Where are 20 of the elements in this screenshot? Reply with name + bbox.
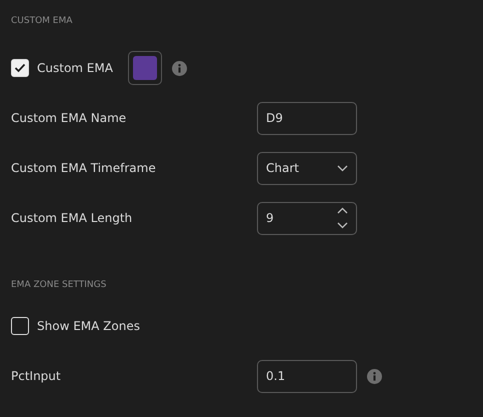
field-label: Custom EMA Timeframe: [11, 160, 157, 177]
dropdown[interactable]: Chart: [257, 152, 357, 184]
section-title: CUSTOM EMA: [11, 15, 74, 27]
chevron-down-icon: [337, 164, 348, 172]
checkbox[interactable]: [11, 59, 29, 77]
field-label: Custom EMA Length: [11, 210, 134, 227]
info-icon[interactable]: [367, 368, 382, 384]
section-title: EMA ZONE SETTINGS: [11, 279, 108, 291]
checkbox[interactable]: [11, 317, 29, 335]
info-icon[interactable]: [172, 60, 187, 76]
number-field[interactable]: 9: [257, 202, 357, 234]
field-label: Custom EMA Name: [11, 110, 128, 127]
checkbox-label: Custom EMA: [37, 60, 113, 77]
input-field[interactable]: 0.1: [257, 360, 357, 392]
check-icon: [14, 63, 26, 73]
spinner-icon[interactable]: [337, 207, 348, 229]
input-field[interactable]: D9: [257, 102, 357, 134]
checkbox-label: Show EMA Zones: [37, 318, 140, 335]
field-label: PctInput: [11, 368, 62, 385]
color-swatch[interactable]: [128, 51, 162, 85]
